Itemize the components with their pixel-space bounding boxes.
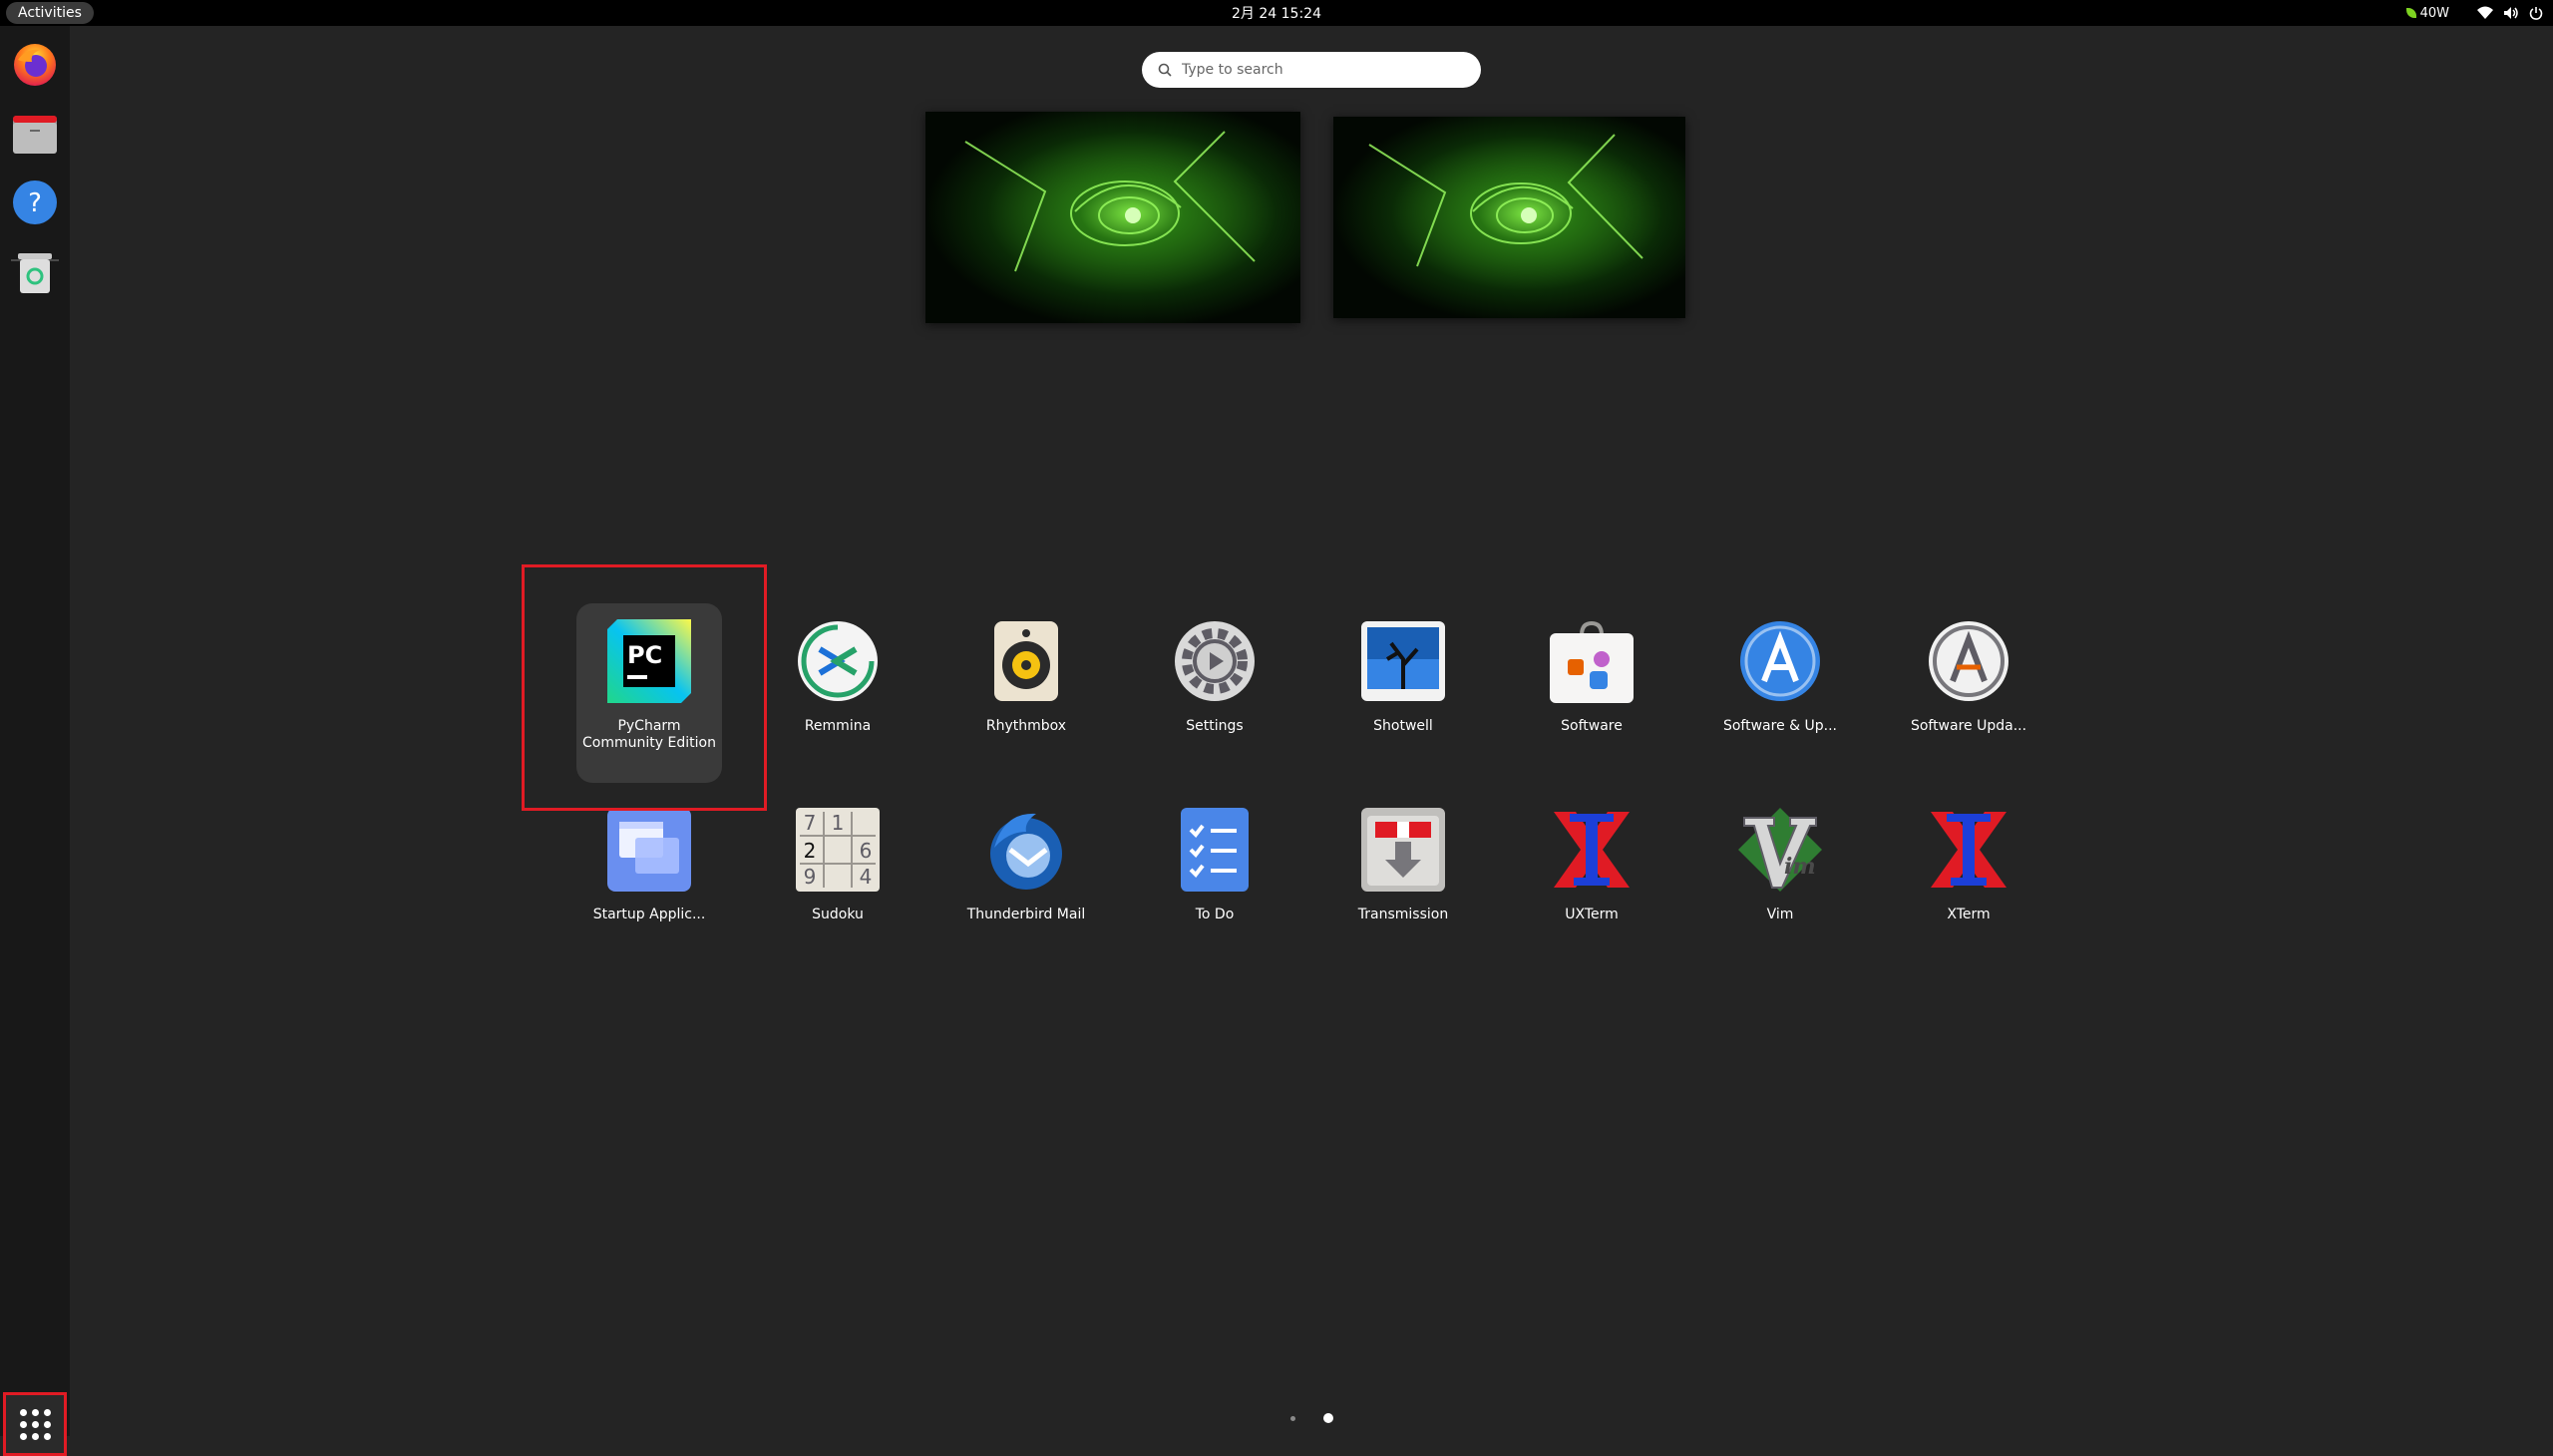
show-apps-button[interactable] [3,1392,67,1456]
nvidia-wallpaper [1333,117,1685,318]
app-uxterm[interactable]: UXTerm [1519,792,1664,971]
settings-gear-icon [1175,621,1255,701]
app-remmina[interactable]: Remmina [765,603,911,783]
workspace-thumbnail-1[interactable] [925,112,1300,323]
app-label: Thunderbird Mail [966,907,1086,922]
dock-files[interactable] [10,110,60,160]
remmina-icon [798,621,878,701]
files-icon [13,116,57,154]
rhythmbox-icon [994,621,1058,701]
app-settings[interactable]: Settings [1142,603,1287,783]
app-label: Settings [1186,718,1244,734]
app-label: Startup Applic... [592,907,706,922]
dock-firefox[interactable] [10,40,60,90]
shotwell-icon [1361,621,1445,701]
app-label: PyCharm Community Edition [582,718,716,751]
app-label: Remmina [804,718,872,734]
svg-text:9: 9 [804,865,817,889]
app-software-and-updates[interactable]: Software & Up... [1707,603,1853,783]
dock-trash[interactable] [10,247,60,297]
app-todo[interactable]: To Do [1142,792,1287,971]
app-label: Sudoku [812,907,864,922]
svg-text:?: ? [28,188,42,218]
app-grid-icon [19,1408,51,1440]
search-input[interactable] [1180,61,1453,79]
nvidia-wallpaper [925,112,1300,323]
app-label: Transmission [1357,907,1449,922]
pycharm-icon: PC [607,619,691,703]
app-pycharm[interactable]: PC PyCharm Community Edition [576,603,722,783]
uxterm-x-icon [1554,812,1630,888]
startup-applications-icon [607,808,691,892]
transmission-icon [1361,808,1445,892]
app-label: To Do [1195,907,1235,922]
svg-text:4: 4 [860,865,873,889]
svg-text:6: 6 [860,839,873,863]
dock: ? [0,26,70,1456]
help-icon: ? [13,181,57,224]
trash-icon [18,253,52,293]
svg-text:2: 2 [804,839,817,863]
clock[interactable]: 2月 24 15:24 [1232,0,1321,28]
activities-button[interactable]: Activities [6,2,94,24]
app-software-updater[interactable]: Software Upda... [1896,603,2041,783]
svg-text:7: 7 [804,811,817,835]
power-profile-indicator[interactable]: 40W [2405,5,2449,21]
wifi-icon [2477,6,2493,19]
firefox-icon [14,44,56,86]
leaf-icon [2405,8,2416,18]
thunderbird-icon [990,813,1062,890]
svg-text:PC: PC [627,641,662,669]
system-tray[interactable]: 40W [2405,0,2543,26]
workspace-thumbnail-2[interactable] [1333,117,1685,318]
power-rate-label: 40W [2419,5,2449,21]
sudoku-icon: 71 2 6 9 4 [796,808,880,892]
app-transmission[interactable]: Transmission [1330,792,1476,971]
app-label: UXTerm [1565,907,1619,922]
app-sudoku[interactable]: 71 2 6 9 4 Sudoku [765,792,911,971]
app-xterm[interactable]: XTerm [1896,792,2041,971]
page-indicator-2[interactable] [1323,1413,1333,1423]
app-rhythmbox[interactable]: Rhythmbox [953,603,1099,783]
search-icon [1158,63,1172,77]
app-label: Rhythmbox [985,718,1067,734]
xterm-x-icon [1931,812,2006,888]
app-label: Software & Up... [1722,718,1838,734]
search-bar[interactable] [1142,52,1481,88]
software-updates-icon [1740,621,1820,701]
volume-icon [2504,7,2518,19]
app-label: XTerm [1947,907,1991,922]
app-label: Shotwell [1373,718,1433,734]
top-bar: Activities 2月 24 15:24 40W [0,0,2553,26]
app-vim[interactable]: im Vim [1707,792,1853,971]
software-updater-icon [1929,621,2008,701]
app-software[interactable]: Software [1519,603,1664,783]
app-shotwell[interactable]: Shotwell [1330,603,1476,783]
page-indicator-1[interactable] [1290,1416,1295,1421]
software-bag-icon [1550,620,1634,703]
app-label: Software [1561,718,1623,734]
power-icon [2529,7,2543,20]
svg-text:1: 1 [832,811,845,835]
app-label: Software Upda... [1910,718,2027,734]
vim-icon: im [1738,808,1822,892]
app-thunderbird[interactable]: Thunderbird Mail [953,792,1099,971]
app-label: Vim [1766,907,1794,922]
dock-help[interactable]: ? [10,178,60,227]
app-startup-applications[interactable]: Startup Applic... [576,792,722,971]
todo-checklist-icon [1181,808,1249,892]
svg-text:im: im [1784,854,1816,880]
